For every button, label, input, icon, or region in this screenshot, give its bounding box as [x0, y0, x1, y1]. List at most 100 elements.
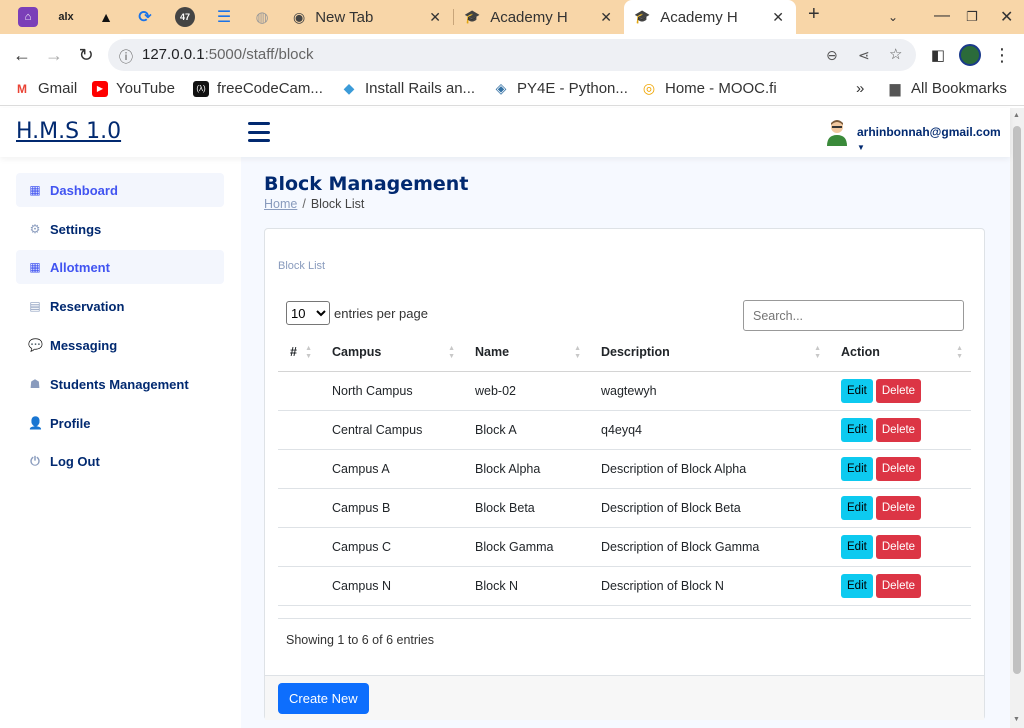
globe-icon[interactable]: ◍	[252, 7, 272, 27]
more-bookmarks-icon[interactable]: »	[856, 80, 864, 97]
card-footer: Create New	[265, 675, 984, 720]
all-bookmarks[interactable]: ▆ All Bookmarks	[887, 80, 1007, 97]
bookmark-mooc[interactable]: ◎ Home - MOOC.fi	[641, 80, 777, 97]
delete-button[interactable]: Delete	[875, 573, 922, 598]
bookmark-gmail[interactable]: M Gmail	[14, 80, 77, 97]
bookmark-youtube[interactable]: ▶ YouTube	[92, 80, 175, 97]
delete-button[interactable]: Delete	[875, 378, 922, 403]
close-window-icon[interactable]: ✕	[1000, 7, 1013, 27]
bookmark-freecodecamp[interactable]: (λ) freeCodeCam...	[193, 80, 323, 97]
menu-dots-icon[interactable]: ⋮	[990, 43, 1014, 67]
block-table: # ▲ ▼ Campus ▲ ▼ Name ▲ ▼ Description ▲ ▼ Action…	[278, 333, 971, 606]
sidebar-item-log-out[interactable]: ⏻ Log Out	[16, 444, 224, 478]
scroll-up-arrow-icon[interactable]: ▲	[1013, 112, 1020, 119]
academy-haven-icon: 🎓	[634, 9, 651, 24]
all-bookmarks-label: All Bookmarks	[911, 80, 1007, 97]
sidebar-item-allotment[interactable]: ▦ Allotment	[16, 250, 224, 284]
star-icon[interactable]: ☆	[889, 45, 902, 63]
students-icon: ☗	[29, 377, 41, 391]
entries-select[interactable]: 10	[286, 301, 330, 325]
cell-number	[278, 449, 320, 489]
tab-search-chevron-icon[interactable]: ⌄	[888, 10, 898, 24]
sidebar-item-reservation[interactable]: ▤ Reservation	[16, 289, 224, 323]
column-header-description[interactable]: Description ▲ ▼	[589, 333, 829, 372]
docs-icon[interactable]: ☰	[214, 7, 234, 27]
notification-icon[interactable]: 47	[175, 7, 195, 27]
sync-icon[interactable]: ⟳	[135, 7, 155, 27]
restore-icon[interactable]: ❐	[966, 9, 978, 25]
scroll-down-arrow-icon[interactable]: ▼	[1013, 716, 1020, 723]
sidebar-item-profile[interactable]: 👤 Profile	[16, 406, 224, 440]
page-title: Block Management	[264, 173, 469, 195]
reload-icon[interactable]: ↻	[74, 43, 98, 67]
delete-button[interactable]: Delete	[875, 495, 922, 520]
ruby-icon: ◆	[343, 80, 355, 96]
cell-action: Edit Delete	[829, 488, 971, 528]
cell-number	[278, 527, 320, 567]
mooc-icon: ◎	[642, 80, 656, 96]
new-tab-icon[interactable]: +	[808, 3, 820, 26]
alx-icon[interactable]: alx	[56, 7, 76, 27]
close-icon[interactable]: ✕	[429, 9, 441, 26]
cell-campus: Campus N	[320, 566, 463, 606]
python-icon: ◈	[495, 80, 507, 96]
column-label: Action	[841, 344, 880, 359]
back-arrow-icon[interactable]: ←	[10, 43, 34, 67]
brand-logo[interactable]: H.M.S 1.0	[16, 119, 121, 144]
edit-button[interactable]: Edit	[841, 456, 873, 481]
zoom-icon[interactable]: ⊖	[826, 47, 838, 64]
address-bar[interactable]: ⓘ 127.0.0.1:5000/staff/block ⊖ ⋖ ☆	[108, 39, 916, 71]
hostel-app-icon[interactable]: ⌂	[18, 7, 38, 27]
cell-number	[278, 488, 320, 528]
cell-description: q4eyq4	[589, 410, 829, 450]
person-icon: 👤	[28, 416, 43, 430]
page-scrollbar[interactable]: ▲ ▼	[1010, 108, 1024, 728]
sidebar-item-settings[interactable]: ⚙ Settings	[16, 212, 224, 246]
delete-button[interactable]: Delete	[875, 417, 922, 442]
app-header: H.M.S 1.0 arhinbonnah@gmail.com ▼	[0, 108, 1010, 157]
hamburger-menu-icon[interactable]	[248, 122, 270, 142]
create-new-button[interactable]: Create New	[278, 683, 369, 714]
close-icon[interactable]: ✕	[772, 9, 784, 26]
triangle-icon[interactable]: ▲	[96, 7, 116, 27]
block-list-card: Block List 10 entries per page # ▲▼ Campu…	[264, 228, 985, 720]
delete-button[interactable]: Delete	[875, 534, 922, 559]
breadcrumb-separator: /	[302, 197, 306, 211]
sort-icon: ▲ ▼	[574, 345, 581, 360]
column-header-action[interactable]: Action ▲ ▼	[829, 333, 971, 372]
minimize-icon[interactable]: —	[934, 7, 950, 25]
bookmark-label: PY4E - Python...	[517, 80, 628, 97]
column-header-name[interactable]: Name ▲ ▼	[463, 333, 589, 372]
url-text[interactable]: 127.0.0.1:5000/staff/block	[142, 46, 314, 63]
search-input[interactable]	[743, 300, 964, 331]
tab-academy-haven[interactable]: 🎓 Academy Haven ✕	[454, 0, 624, 34]
site-info-icon[interactable]: ⓘ	[119, 47, 133, 67]
user-avatar[interactable]	[824, 118, 850, 146]
user-menu[interactable]: arhinbonnah@gmail.com ▼	[857, 125, 1010, 153]
column-label: Campus	[332, 344, 382, 359]
forward-arrow-icon[interactable]: →	[42, 43, 66, 67]
sidebar-item-messaging[interactable]: 💬 Messaging	[16, 328, 224, 362]
bookmark-py4e[interactable]: ◈ PY4E - Python...	[493, 80, 628, 97]
column-header-campus[interactable]: Campus ▲ ▼	[320, 333, 463, 372]
sidebar-item-label: Profile	[50, 415, 91, 431]
column-header-number[interactable]: # ▲ ▼	[278, 333, 320, 372]
edit-button[interactable]: Edit	[841, 378, 873, 403]
edit-button[interactable]: Edit	[841, 417, 873, 442]
edit-button[interactable]: Edit	[841, 534, 873, 559]
sidebar-item-dashboard[interactable]: ▦ Dashboard	[16, 173, 224, 207]
tab-new-tab[interactable]: ◉ New Tab ✕	[283, 0, 453, 34]
share-icon[interactable]: ⋖	[858, 47, 870, 64]
bookmark-install-rails[interactable]: ◆ Install Rails an...	[341, 80, 475, 97]
breadcrumb-home[interactable]: Home	[264, 197, 297, 211]
tab-academy-haven-active[interactable]: 🎓 Academy Haven ✕	[624, 0, 796, 34]
scrollbar-thumb[interactable]	[1013, 126, 1021, 674]
caret-down-icon: ▼	[857, 143, 865, 152]
close-icon[interactable]: ✕	[600, 9, 612, 26]
edit-button[interactable]: Edit	[841, 495, 873, 520]
profile-avatar-icon[interactable]	[958, 43, 982, 67]
edit-button[interactable]: Edit	[841, 573, 873, 598]
side-panel-icon[interactable]: ◧	[926, 43, 950, 67]
sidebar-item-students-management[interactable]: ☗ Students Management	[16, 367, 224, 401]
delete-button[interactable]: Delete	[875, 456, 922, 481]
